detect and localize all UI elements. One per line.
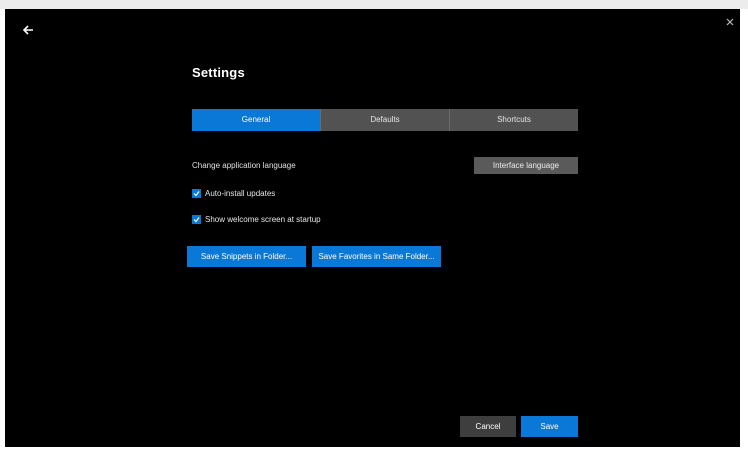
back-arrow-icon[interactable]	[21, 23, 37, 37]
checkbox-checked-icon[interactable]	[192, 189, 201, 198]
checkbox-label: Auto-install updates	[205, 189, 276, 198]
welcome-screen-row[interactable]: Show welcome screen at startup	[192, 215, 321, 224]
checkbox-checked-icon[interactable]	[192, 215, 201, 224]
auto-update-row[interactable]: Auto-install updates	[192, 189, 275, 198]
folder-button-b[interactable]: Save Favorites in Same Folder...	[312, 246, 441, 267]
tab-general[interactable]: General	[192, 109, 320, 131]
cancel-button[interactable]: Cancel	[460, 416, 516, 437]
checkbox-label: Show welcome screen at startup	[205, 215, 321, 224]
language-label: Change application language	[192, 161, 296, 170]
settings-window: Settings General Defaults Shortcuts Chan…	[5, 9, 740, 447]
settings-tabs: General Defaults Shortcuts	[192, 109, 578, 131]
language-button[interactable]: Interface language	[474, 157, 578, 174]
window-top-edge	[0, 0, 748, 9]
tab-defaults[interactable]: Defaults	[320, 109, 449, 131]
save-button[interactable]: Save	[521, 416, 578, 437]
close-icon[interactable]	[726, 13, 734, 26]
page-title: Settings	[192, 65, 245, 80]
tab-shortcuts[interactable]: Shortcuts	[449, 109, 578, 131]
folder-button-a[interactable]: Save Snippets in Folder...	[187, 246, 306, 267]
